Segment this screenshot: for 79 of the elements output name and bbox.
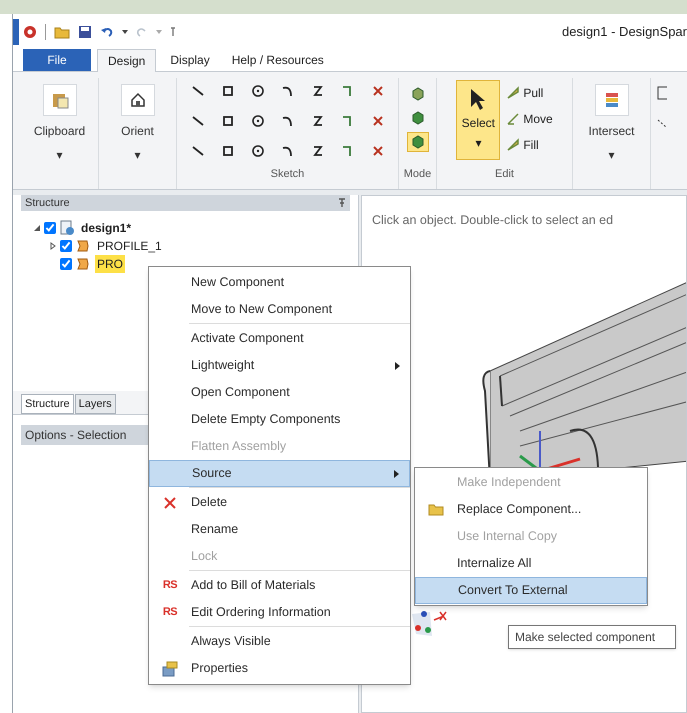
viewport-hint: Click an object. Double-click to select an ed <box>372 213 614 227</box>
sketch-tool-icon[interactable] <box>280 114 294 128</box>
mode-button[interactable] <box>406 132 428 152</box>
menu-item[interactable]: Convert To External <box>415 577 647 604</box>
intersect-button[interactable]: Intersect ▾ <box>588 84 635 164</box>
document-icon <box>59 220 75 236</box>
group-label: Sketch <box>270 167 304 182</box>
brush-icon <box>506 112 520 126</box>
menu-item[interactable]: Replace Component... <box>415 496 647 523</box>
panel-title: Options - Selection <box>25 427 126 444</box>
clipboard-button[interactable]: Clipboard ▾ <box>34 84 86 164</box>
tree-checkbox[interactable] <box>44 222 56 234</box>
sketch-tool-icon[interactable] <box>250 84 264 98</box>
cube-icon <box>410 87 424 101</box>
brush-icon <box>506 138 520 152</box>
edit-tool-button[interactable]: Fill <box>506 136 553 154</box>
menu-item[interactable]: Source <box>149 460 410 487</box>
tree-checkbox[interactable] <box>60 258 72 270</box>
edit-tool-button[interactable]: Move <box>506 110 553 128</box>
cube-icon <box>410 111 424 125</box>
cursor-icon <box>469 88 488 112</box>
sketch-tool-icon[interactable] <box>250 144 264 158</box>
save-icon[interactable] <box>78 25 92 39</box>
tree-item[interactable]: PRO <box>95 255 126 273</box>
tool-icon[interactable] <box>657 118 667 128</box>
sketch-tool-icon[interactable] <box>280 144 294 158</box>
submenu-arrow-icon <box>394 470 399 478</box>
tree-item[interactable]: design1* <box>81 219 132 237</box>
sketch-tool-icon[interactable] <box>190 84 204 98</box>
sketch-tool-icon[interactable] <box>190 144 204 158</box>
component-icon <box>75 238 91 254</box>
ribbon-tab[interactable]: Display <box>162 49 218 71</box>
sketch-tool-icon[interactable] <box>220 114 234 128</box>
panel-tab[interactable]: Structure <box>21 394 74 414</box>
tree-item[interactable]: PROFILE_1 <box>95 237 164 255</box>
app-logo-icon[interactable] <box>23 25 37 39</box>
sketch-tool-icon[interactable] <box>220 84 234 98</box>
pin-icon[interactable] <box>170 27 176 37</box>
sketch-tool-icon[interactable] <box>310 114 324 128</box>
folder-icon <box>428 503 444 516</box>
close-icon <box>163 496 177 510</box>
component-icon <box>75 256 91 272</box>
sketch-tool-icon[interactable] <box>310 144 324 158</box>
select-button[interactable]: Select ▾ <box>456 80 500 160</box>
ribbon-tab[interactable]: File <box>23 49 91 71</box>
ribbon-tab[interactable]: Help / Resources <box>224 49 332 71</box>
properties-icon <box>162 660 178 676</box>
rs-logo: RS <box>162 605 178 620</box>
window-title: design1 - DesignSpar <box>562 23 687 42</box>
rs-logo: RS <box>162 578 178 594</box>
undo-icon[interactable] <box>100 25 114 39</box>
sketch-tool-icon[interactable] <box>190 114 204 128</box>
sketch-tool-icon[interactable] <box>250 114 264 128</box>
layers-icon <box>604 91 620 109</box>
ribbon-tab[interactable]: Design <box>97 49 156 72</box>
sketch-tool-icon[interactable] <box>220 144 234 158</box>
panel-tab[interactable]: Layers <box>74 394 116 414</box>
pin-icon[interactable] <box>338 198 346 208</box>
group-label: Mode <box>404 167 432 182</box>
brush-icon <box>506 86 520 100</box>
window-accent-bar <box>13 19 19 45</box>
group-label: Edit <box>495 167 514 182</box>
folder-icon[interactable] <box>54 25 70 39</box>
sketch-tool-icon[interactable] <box>310 84 324 98</box>
home-icon <box>130 92 146 108</box>
edit-tool-button[interactable]: Pull <box>506 84 553 102</box>
orient-button[interactable]: Orient ▾ <box>120 84 154 164</box>
caret-icon[interactable] <box>122 30 128 34</box>
sketch-tool-icon[interactable] <box>280 84 294 98</box>
clipboard-icon <box>50 91 68 109</box>
expander-icon[interactable] <box>49 242 57 250</box>
menu-item[interactable]: Internalize All <box>415 550 647 577</box>
panel-title: Structure <box>25 196 70 211</box>
cube-icon <box>410 135 424 149</box>
tree-checkbox[interactable] <box>60 240 72 252</box>
tooltip: Make selected component <box>508 625 676 649</box>
submenu-arrow-icon <box>395 362 400 370</box>
expander-icon[interactable] <box>33 224 41 232</box>
tool-icon[interactable] <box>657 86 667 100</box>
